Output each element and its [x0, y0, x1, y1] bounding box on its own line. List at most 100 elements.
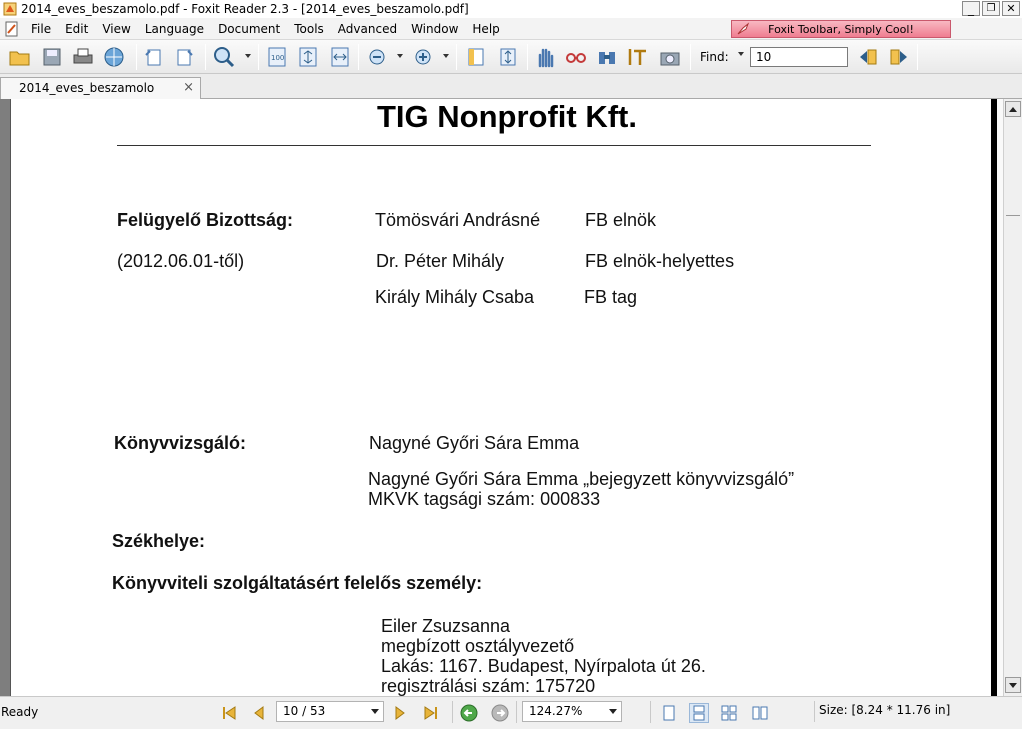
web-button[interactable] — [103, 46, 125, 68]
forward-button[interactable] — [490, 703, 510, 723]
triangle-up-icon — [1009, 106, 1017, 112]
hand-tool-button[interactable] — [534, 46, 556, 68]
menu-file[interactable]: File — [24, 22, 58, 36]
find-next-icon — [890, 49, 907, 65]
continuous-view-button[interactable] — [497, 46, 519, 68]
next-page-button[interactable] — [390, 703, 410, 723]
bookkeeper-registration: regisztrálási szám: 175720 — [381, 676, 596, 696]
menu-view[interactable]: View — [95, 22, 137, 36]
page-number-field[interactable]: 10 / 53 — [276, 701, 384, 722]
zoom-out-button[interactable] — [366, 46, 388, 68]
tab-close-icon[interactable]: × — [183, 78, 194, 98]
pin-icon — [737, 22, 750, 35]
next-page-icon — [395, 706, 405, 720]
back-arrow-icon — [460, 704, 478, 722]
open-folder-icon — [9, 51, 30, 66]
rotate-right-button[interactable] — [174, 46, 196, 68]
previous-page-button[interactable] — [249, 703, 269, 723]
board-member-role: FB elnök — [585, 210, 657, 230]
scroll-down-button[interactable] — [1005, 677, 1021, 693]
scroll-thumb[interactable] — [1006, 215, 1020, 221]
fit-page-button[interactable] — [297, 46, 319, 68]
first-page-icon — [223, 706, 236, 720]
continuous-page-view-button[interactable] — [689, 703, 709, 723]
zoom-in-dropdown-arrow[interactable] — [443, 54, 449, 58]
scroll-up-button[interactable] — [1005, 101, 1021, 117]
pdf-page[interactable]: TIG Nonprofit Kft. Felügyelő Bizottság: … — [10, 99, 991, 696]
document-tab[interactable]: 2014_eves_beszamolo × — [0, 77, 201, 99]
title-bar: 2014_eves_beszamolo.pdf - Foxit Reader 2… — [0, 0, 1022, 18]
zoom-in-icon — [415, 49, 431, 65]
bookkeeper-name: Eiler Zsuzsanna — [381, 616, 511, 636]
zoom-field[interactable]: 124.27% — [522, 701, 622, 722]
page-number-value: 10 / 53 — [283, 704, 326, 718]
auditor-registration: Nagyné Győri Sára Emma „bejegyzett könyv… — [368, 469, 795, 489]
print-button[interactable] — [72, 46, 94, 68]
menu-language[interactable]: Language — [138, 22, 211, 36]
close-window-button[interactable]: ✕ — [1002, 1, 1020, 16]
rotate-right-icon — [177, 49, 193, 66]
menu-edit[interactable]: Edit — [58, 22, 95, 36]
text-select-tool-button[interactable] — [565, 46, 587, 68]
find-previous-icon — [860, 49, 877, 65]
supervisory-board-heading: Felügyelő Bizottság: — [117, 210, 294, 230]
find-label: Find: — [700, 50, 729, 64]
document-viewport[interactable]: TIG Nonprofit Kft. Felügyelő Bizottság: … — [0, 99, 1003, 696]
rotate-left-button[interactable] — [142, 46, 164, 68]
find-options-arrow[interactable] — [738, 52, 744, 56]
fit-width-icon — [331, 47, 349, 67]
binoculars-icon — [599, 52, 615, 64]
zoom-out-icon — [369, 49, 385, 65]
document-title: TIG Nonprofit Kft. — [377, 99, 637, 134]
facing-view-button[interactable] — [719, 703, 739, 723]
vertical-scrollbar[interactable] — [1003, 99, 1022, 696]
window-title: 2014_eves_beszamolo.pdf - Foxit Reader 2… — [21, 2, 469, 16]
menu-window[interactable]: Window — [404, 22, 465, 36]
snapshot-tool-button[interactable] — [659, 46, 681, 68]
page-size-info: Size: [8.24 * 11.76 in] — [814, 701, 1022, 722]
find-input[interactable]: 10 — [750, 47, 848, 67]
open-button[interactable] — [9, 46, 31, 68]
typewriter-tool-button[interactable] — [628, 46, 650, 68]
status-bar: Ready 10 / 53 124.27% Size: [8.24 * 11.7… — [0, 696, 1022, 729]
single-page-view-button[interactable] — [659, 703, 679, 723]
continuous-facing-view-button[interactable] — [750, 703, 770, 723]
rotate-left-icon — [145, 49, 161, 66]
restore-icon: ❐ — [986, 3, 996, 14]
menu-advanced[interactable]: Advanced — [331, 22, 404, 36]
auditor-heading: Könyvvizsgáló: — [114, 433, 247, 453]
menu-bar: File Edit View Language Document Tools A… — [0, 18, 1022, 40]
zoom-out-dropdown-arrow[interactable] — [397, 54, 403, 58]
zoom-in-tool-button[interactable] — [213, 46, 235, 68]
board-member-role: FB tag — [584, 287, 638, 307]
title-rule — [117, 145, 871, 146]
menu-tools[interactable]: Tools — [287, 22, 331, 36]
save-icon — [43, 48, 61, 66]
document-tab-label: 2014_eves_beszamolo — [19, 81, 155, 95]
zoom-dropdown-arrow[interactable] — [245, 54, 251, 58]
minimize-button[interactable]: _ — [962, 1, 980, 16]
close-icon: ✕ — [1006, 2, 1016, 15]
promo-banner[interactable]: Foxit Toolbar, Simply Cool! — [731, 20, 951, 38]
menu-help[interactable]: Help — [465, 22, 506, 36]
bookmark-panel-button[interactable] — [465, 46, 487, 68]
last-page-button[interactable] — [421, 703, 441, 723]
menu-document[interactable]: Document — [211, 22, 287, 36]
find-previous-button[interactable] — [857, 46, 879, 68]
back-button[interactable] — [459, 703, 479, 723]
status-text: Ready — [1, 705, 39, 719]
page-dropdown-arrow[interactable] — [371, 709, 379, 714]
board-member-name: Király Mihály Csaba — [375, 287, 535, 307]
actual-size-button[interactable]: 100 — [266, 46, 288, 68]
save-button[interactable] — [41, 46, 63, 68]
find-tool-button[interactable] — [596, 46, 618, 68]
document-menu-icon[interactable] — [4, 21, 20, 37]
zoom-in-button[interactable] — [412, 46, 434, 68]
triangle-down-icon — [1009, 682, 1017, 688]
zoom-dropdown-arrow-status[interactable] — [609, 709, 617, 714]
fit-width-button[interactable] — [329, 46, 351, 68]
last-page-icon — [424, 706, 437, 720]
find-next-button[interactable] — [888, 46, 910, 68]
first-page-button[interactable] — [219, 703, 239, 723]
restore-button[interactable]: ❐ — [982, 1, 1000, 16]
